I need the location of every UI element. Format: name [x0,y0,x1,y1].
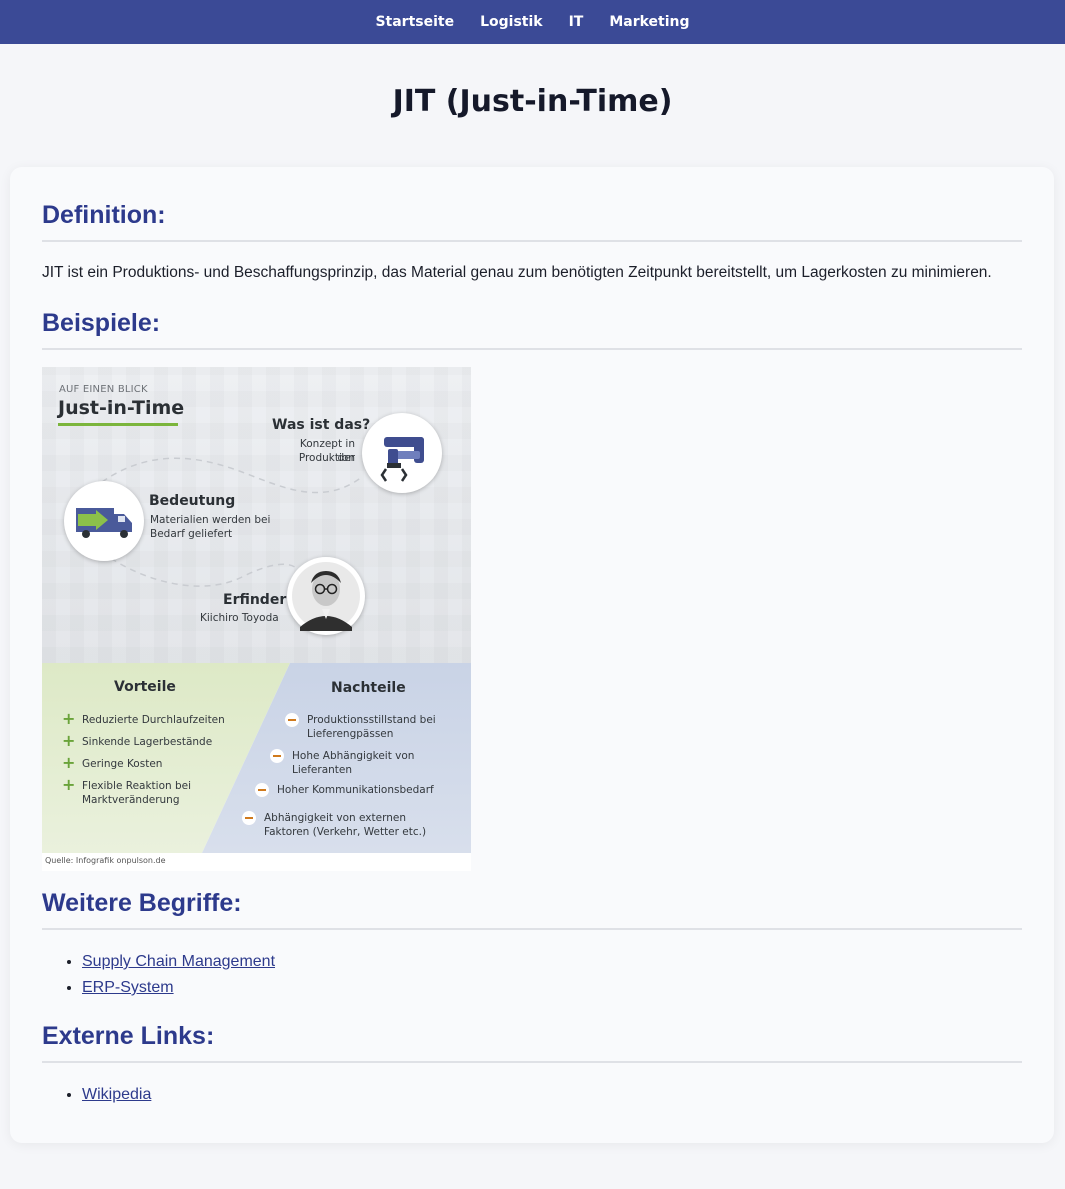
advantage-text-line2: Marktveränderung [82,794,180,806]
disadvantage-item: Abhängigkeit von externen Faktoren (Verk… [242,811,426,839]
advantage-text: Flexible Reaktion bei [82,780,192,792]
nav-link-it[interactable]: IT [569,14,584,30]
inventor-name: Kiichiro Toyoda [200,612,279,624]
disadvantage-text: Hoher Kommunikationsbedarf [277,784,434,796]
disadvantage-item: Hoher Kommunikationsbedarf [255,783,434,797]
advantages-heading: Vorteile [114,679,176,695]
examples-heading: Beispiele: [42,309,1022,350]
list-item: ERP-System [82,975,275,1001]
inventor-heading: Erfinder [223,592,287,608]
further-terms-heading: Weitere Begriffe: [42,889,1022,930]
external-links-heading: Externe Links: [42,1022,1022,1063]
minus-icon [255,783,269,797]
nav-link-startseite[interactable]: Startseite [375,14,454,30]
list-item: Supply Chain Management [82,949,275,975]
pros-cons-panel: Vorteile + Reduzierte Durchlaufzeiten + … [42,663,471,853]
top-navigation: Startseite Logistik IT Marketing [0,0,1065,44]
external-links-list: Wikipedia [42,1082,151,1108]
minus-icon [270,749,284,763]
further-terms-list: Supply Chain Management ERP-System [42,949,275,1001]
list-item: Wikipedia [82,1082,151,1108]
truck-icon [64,481,144,561]
meaning-heading: Bedeutung [149,493,236,509]
disadvantage-text: Hohe Abhängigkeit von [292,750,415,762]
minus-icon [242,811,256,825]
what-text-line2: Produktion [298,452,355,464]
nav-link-marketing[interactable]: Marketing [609,14,689,30]
disadvantage-text-line2: Lieferanten [292,764,353,776]
advantage-item: + Flexible Reaktion bei Marktveränderung [62,775,192,807]
disadvantage-text-line2: Lieferengpässen [307,728,394,740]
advantage-item: + Sinkende Lagerbestände [62,731,213,750]
link-wikipedia[interactable]: Wikipedia [82,1086,151,1103]
minus-icon [285,713,299,727]
robot-arm-icon [362,413,442,493]
advantage-item: + Reduzierte Durchlaufzeiten [62,709,225,728]
jit-infographic: AUF EINEN BLICK Just-in-Time Was ist das… [42,367,471,871]
plus-icon: + [62,753,76,772]
plus-icon: + [62,775,76,794]
disadvantages-heading: Nachteile [331,680,406,696]
advantage-item: + Geringe Kosten [62,753,163,772]
definition-text: JIT ist ein Produktions- und Beschaffung… [42,264,992,281]
meaning-text-line1: Materialien werden bei [150,514,271,526]
link-erp-system[interactable]: ERP-System [82,979,174,996]
advantage-text: Geringe Kosten [82,758,163,770]
disadvantage-text-line2: Faktoren (Verkehr, Wetter etc.) [264,826,427,838]
page-title: JIT (Just-in-Time) [392,84,673,119]
nav-link-logistik[interactable]: Logistik [480,14,543,30]
inventor-portrait-icon [287,557,365,635]
plus-icon: + [62,709,76,728]
disadvantage-item: Produktionsstillstand bei Lieferengpässe… [285,713,436,741]
disadvantage-text: Abhängigkeit von externen [264,812,406,824]
link-supply-chain-management[interactable]: Supply Chain Management [82,953,275,970]
infographic-source: Quelle: Infografik onpulson.de [45,856,166,865]
content-card: Definition: JIT ist ein Produktions- und… [10,167,1054,1143]
disadvantage-text: Produktionsstillstand bei [307,714,436,726]
what-heading: Was ist das? [272,417,371,433]
disadvantage-item: Hohe Abhängigkeit von Lieferanten [270,749,414,777]
advantage-text: Reduzierte Durchlaufzeiten [82,714,225,726]
infographic-top-panel: AUF EINEN BLICK Just-in-Time Was ist das… [42,367,471,663]
plus-icon: + [62,731,76,750]
advantage-text: Sinkende Lagerbestände [82,736,213,748]
definition-heading: Definition: [42,201,1022,242]
meaning-text-line2: Bedarf geliefert [150,528,233,540]
